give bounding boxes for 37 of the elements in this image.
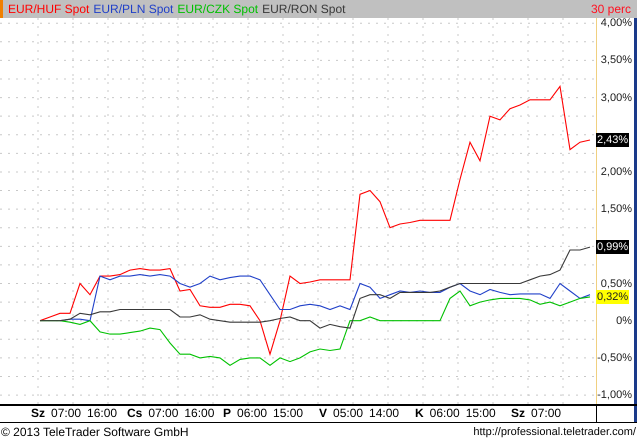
- legend-item: EUR/CZK Spot: [177, 2, 258, 16]
- value-tag: 0,99%: [596, 240, 630, 254]
- time-label: 07:00: [51, 406, 82, 420]
- legend-item: EUR/RON Spot: [262, 2, 346, 16]
- axis-label: 3,50%: [600, 53, 632, 68]
- axis-label: -1,00%: [597, 388, 632, 402]
- time-label: 05:00: [333, 406, 364, 420]
- day-label: P: [223, 406, 232, 420]
- day-label: Sz: [511, 406, 526, 420]
- legend-item: EUR/PLN Spot: [93, 2, 174, 16]
- time-label: 07:00: [531, 406, 562, 420]
- copyright-text: © 2013 TeleTrader Software GmbH: [1, 424, 189, 438]
- value-tag: 0,32%: [596, 290, 630, 304]
- axis-label: 3,00%: [600, 90, 632, 105]
- axis-label: 2,00%: [600, 164, 632, 179]
- website-link[interactable]: http://professional.teletrader.com/: [473, 426, 636, 438]
- axis-label: 1,50%: [600, 202, 632, 216]
- axis-label: -0,50%: [597, 350, 632, 365]
- time-label: 07:00: [148, 406, 178, 420]
- day-label: Sz: [31, 406, 46, 420]
- time-label: 16:00: [87, 406, 118, 420]
- time-label: 15:00: [466, 406, 496, 420]
- time-label: 06:00: [430, 406, 460, 420]
- axis-label: 4,00%: [600, 16, 632, 30]
- indicator-label: 30 perc: [590, 2, 631, 16]
- time-label: 06:00: [237, 406, 268, 420]
- value-tag: 2,43%: [596, 132, 630, 147]
- time-label: 16:00: [184, 406, 214, 420]
- axis-corner-panel: [596, 406, 637, 422]
- day-label: V: [319, 406, 328, 420]
- day-label: K: [415, 406, 424, 420]
- time-label: 15:00: [273, 406, 304, 420]
- time-label: 14:00: [369, 406, 400, 420]
- legend-item: EUR/HUF Spot: [8, 2, 90, 16]
- day-label: Cs: [127, 406, 142, 420]
- axis-label: 0%: [616, 314, 632, 328]
- axis-label: 0,50%: [600, 276, 632, 290]
